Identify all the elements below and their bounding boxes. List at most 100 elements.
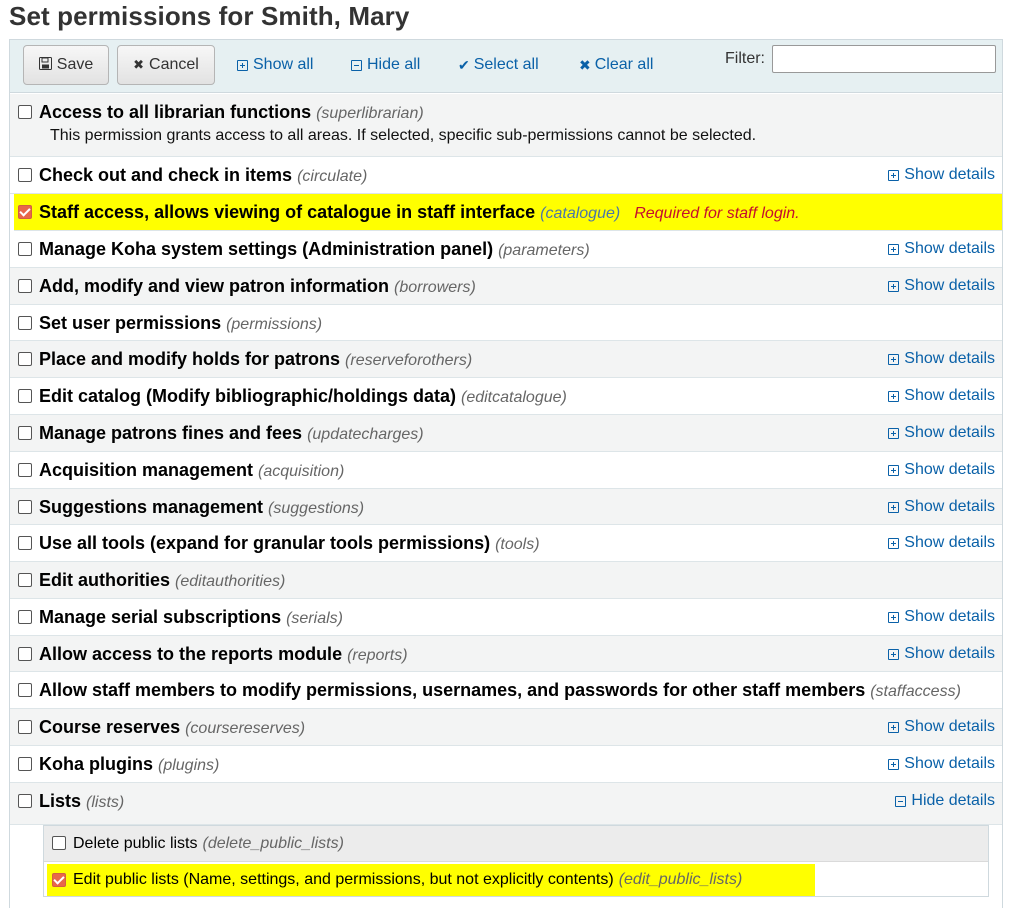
permission-row: Edit authorities (editauthorities) <box>10 562 1002 599</box>
permission-checkbox[interactable] <box>18 536 32 550</box>
plus-square-icon <box>888 611 900 623</box>
show-details-link[interactable]: Show details <box>888 277 995 295</box>
plus-square-icon <box>888 353 900 365</box>
permission-checkbox[interactable] <box>18 279 32 293</box>
permission-checkbox[interactable] <box>18 205 32 219</box>
permission-checkbox[interactable] <box>18 316 32 330</box>
permission-row: Manage serial subscriptions (serials) Show… <box>10 599 1002 636</box>
show-details-link[interactable]: Show details <box>888 461 995 479</box>
permission-checkbox[interactable] <box>18 168 32 182</box>
hide-details-link[interactable]: Hide details <box>895 792 995 810</box>
save-button[interactable]: Save <box>23 45 109 85</box>
permission-text: Access to all librarian functions (superl… <box>39 102 424 123</box>
permission-code: (parameters) <box>498 242 590 259</box>
permission-checkbox[interactable] <box>18 500 32 514</box>
permission-label: Manage patrons fines and fees <box>39 423 303 443</box>
permission-text: Acquisition management (acquisition) <box>39 460 344 481</box>
details-label: Show details <box>904 277 995 294</box>
sub-permission-code: (edit_public_lists) <box>618 871 743 888</box>
permission-checkbox[interactable] <box>18 647 32 661</box>
plus-square-icon <box>888 243 900 255</box>
permission-row: Staff access, allows viewing of catalogu… <box>14 194 1002 231</box>
permission-code: (staffaccess) <box>870 683 961 700</box>
hide-all-label: Hide all <box>367 56 421 73</box>
permission-checkbox[interactable] <box>18 426 32 440</box>
permission-label: Course reserves <box>39 717 181 737</box>
clear-all-link[interactable]: ✖ Clear all <box>579 56 653 74</box>
permission-checkbox[interactable] <box>18 352 32 366</box>
details-label: Show details <box>904 645 995 662</box>
permission-checkbox[interactable] <box>18 720 32 734</box>
permission-text: Add, modify and view patron information(… <box>39 276 476 297</box>
permission-checkbox[interactable] <box>18 463 32 477</box>
permission-text: Allow staff members to modify permission… <box>39 680 961 701</box>
details-label: Show details <box>904 350 995 367</box>
permission-text: Place and modify holds for patrons (reser… <box>39 349 472 370</box>
permission-row: Use all tools (expand for granular tools… <box>10 525 1002 562</box>
sub-permission-text: Delete public lists (delete_public_lists) <box>73 835 344 853</box>
cancel-button[interactable]: ✖ Cancel <box>117 45 215 85</box>
show-details-link[interactable]: Show details <box>888 387 995 405</box>
show-details-link[interactable]: Show details <box>888 240 995 258</box>
plus-square-icon <box>888 501 900 513</box>
hide-all-link[interactable]: Hide all <box>351 56 420 74</box>
show-details-link[interactable]: Show details <box>888 534 995 552</box>
details-label: Show details <box>904 166 995 183</box>
sub-permission-list: Delete public lists (delete_public_lists)… <box>43 825 989 897</box>
show-details-link[interactable]: Show details <box>888 166 995 184</box>
show-all-link[interactable]: Show all <box>237 56 313 74</box>
permission-row: Check out and check in items (circulate) S… <box>10 157 1002 194</box>
permission-code: (acquisition) <box>258 463 345 480</box>
permission-checkbox[interactable] <box>18 757 32 771</box>
permission-description: This permission grants access to all are… <box>50 127 757 144</box>
permission-row: Manage Koha system settings (Administrat… <box>10 231 1002 268</box>
sub-permission-code: (delete_public_lists) <box>202 835 344 852</box>
permission-text: Manage Koha system settings (Administrat… <box>39 239 590 260</box>
check-icon: ✔ <box>458 57 470 73</box>
permission-text: Edit catalog (Modify bibliographic/holdi… <box>39 386 567 407</box>
permission-code: (editcatalogue) <box>461 389 567 406</box>
permission-row: Acquisition management (acquisition) Show … <box>10 452 1002 489</box>
permission-label: Staff access, allows viewing of catalogu… <box>39 202 536 222</box>
show-details-link[interactable]: Show details <box>888 645 995 663</box>
plus-square-icon <box>888 390 900 402</box>
permission-code: (suggestions) <box>268 500 365 517</box>
sub-permission-checkbox[interactable] <box>52 836 66 850</box>
permission-label: Edit authorities <box>39 570 171 590</box>
show-details-link[interactable]: Show details <box>888 755 995 773</box>
permission-label: Manage Koha system settings (Administrat… <box>39 239 494 259</box>
permission-checkbox[interactable] <box>18 794 32 808</box>
permission-checkbox[interactable] <box>18 389 32 403</box>
details-label: Show details <box>904 534 995 551</box>
select-all-link[interactable]: ✔ Select all <box>458 56 539 74</box>
permission-text: Set user permissions (permissions) <box>39 313 322 334</box>
filter-input[interactable] <box>772 45 996 73</box>
permission-checkbox[interactable] <box>18 242 32 256</box>
show-details-link[interactable]: Show details <box>888 608 995 626</box>
permission-label: Koha plugins <box>39 754 153 774</box>
permission-row: Course reserves (coursereserves) Show deta… <box>10 709 1002 746</box>
permission-checkbox[interactable] <box>18 610 32 624</box>
minus-square-icon <box>351 59 362 71</box>
permission-text: Edit authorities (editauthorities) <box>39 570 285 591</box>
details-label: Show details <box>904 387 995 404</box>
permission-label: Manage serial subscriptions <box>39 607 282 627</box>
plus-square-icon <box>888 648 900 660</box>
close-icon: ✖ <box>133 57 145 72</box>
permission-checkbox[interactable] <box>18 105 32 119</box>
select-all-label: Select all <box>473 56 539 73</box>
show-details-link[interactable]: Show details <box>888 424 995 442</box>
show-details-link[interactable]: Show details <box>888 718 995 736</box>
show-details-link[interactable]: Show details <box>888 498 995 516</box>
permission-checkbox[interactable] <box>18 573 32 587</box>
permission-label: Lists <box>39 791 82 811</box>
sub-permission-checkbox[interactable] <box>52 873 66 887</box>
permission-label: Suggestions management <box>39 497 264 517</box>
plus-square-icon <box>888 427 900 439</box>
sub-permission-text: Edit public lists (Name, settings, and p… <box>73 871 742 889</box>
show-details-link[interactable]: Show details <box>888 350 995 368</box>
permission-label: Access to all librarian functions <box>39 102 312 122</box>
close-icon: ✖ <box>579 57 591 73</box>
permission-checkbox[interactable] <box>18 683 32 697</box>
permission-row: Lists (lists) Hide details <box>10 783 1002 825</box>
